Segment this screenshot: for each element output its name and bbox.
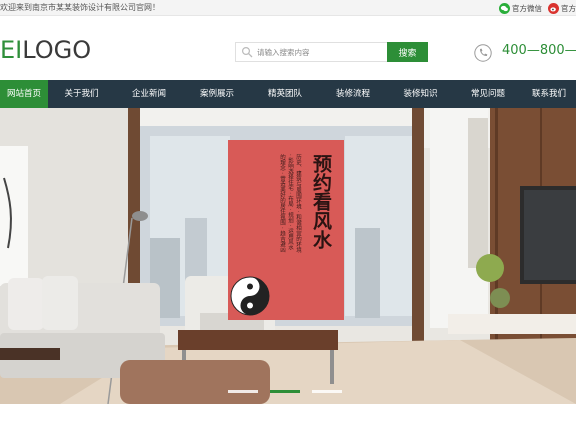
logo-text: LOGO	[22, 36, 92, 64]
main-nav: 网站首页 关于我们 企业新闻 案例展示 精英团队 装修流程 装修知识 常见问题 …	[0, 80, 576, 108]
search-button[interactable]: 搜索	[387, 42, 428, 62]
poster-title: 预约看风水	[310, 154, 332, 249]
weibo-icon	[548, 2, 559, 14]
logo-accent: EI	[0, 36, 23, 64]
wechat-icon	[499, 2, 510, 14]
wechat-label: 官方微信	[512, 3, 542, 13]
nav-item-knowledge[interactable]: 装修知识	[387, 80, 454, 108]
nav-item-faq[interactable]: 常见问题	[454, 80, 522, 108]
slider-dot-1[interactable]	[228, 390, 258, 393]
search-input[interactable]	[257, 44, 382, 60]
nav-item-home[interactable]: 网站首页	[0, 80, 48, 108]
poster-text: 历史、建筑与周围环境 · 和谐相宜的环境 · 影响选择住宅 · 布局 · 规划 …	[279, 154, 301, 253]
phone-number: 400—800—88	[502, 43, 576, 58]
weibo-link[interactable]: 官方	[548, 2, 576, 14]
top-bar: 欢迎来到南京市某某装饰设计有限公司官网！ 官方微信 官方	[0, 0, 576, 16]
search-box	[235, 42, 387, 62]
site-logo[interactable]: EILOGO	[0, 36, 91, 64]
slider-dot-2[interactable]	[270, 390, 300, 393]
nav-item-about[interactable]: 关于我们	[48, 80, 115, 108]
phone-icon	[474, 44, 492, 62]
search-icon	[241, 46, 253, 58]
nav-item-team[interactable]: 精英团队	[251, 80, 319, 108]
yin-yang-icon	[230, 276, 270, 316]
nav-item-news[interactable]: 企业新闻	[115, 80, 183, 108]
page-body	[0, 404, 576, 432]
slider-dot-3[interactable]	[312, 390, 342, 393]
header: EILOGO 搜索 400—800—88	[0, 16, 576, 80]
welcome-text: 欢迎来到南京市某某装饰设计有限公司官网！	[0, 3, 160, 12]
nav-item-contact[interactable]: 联系我们	[522, 80, 576, 108]
nav-item-cases[interactable]: 案例展示	[183, 80, 251, 108]
slider-indicators	[0, 390, 576, 396]
search-bar: 搜索	[235, 42, 428, 62]
top-links: 官方微信 官方	[499, 1, 576, 15]
weibo-label: 官方	[561, 3, 576, 13]
hero-banner[interactable]: 预约看风水 历史、建筑与周围环境 · 和谐相宜的环境 · 影响选择住宅 · 布局…	[0, 108, 576, 404]
nav-item-process[interactable]: 装修流程	[319, 80, 387, 108]
wechat-link[interactable]: 官方微信	[499, 2, 542, 14]
